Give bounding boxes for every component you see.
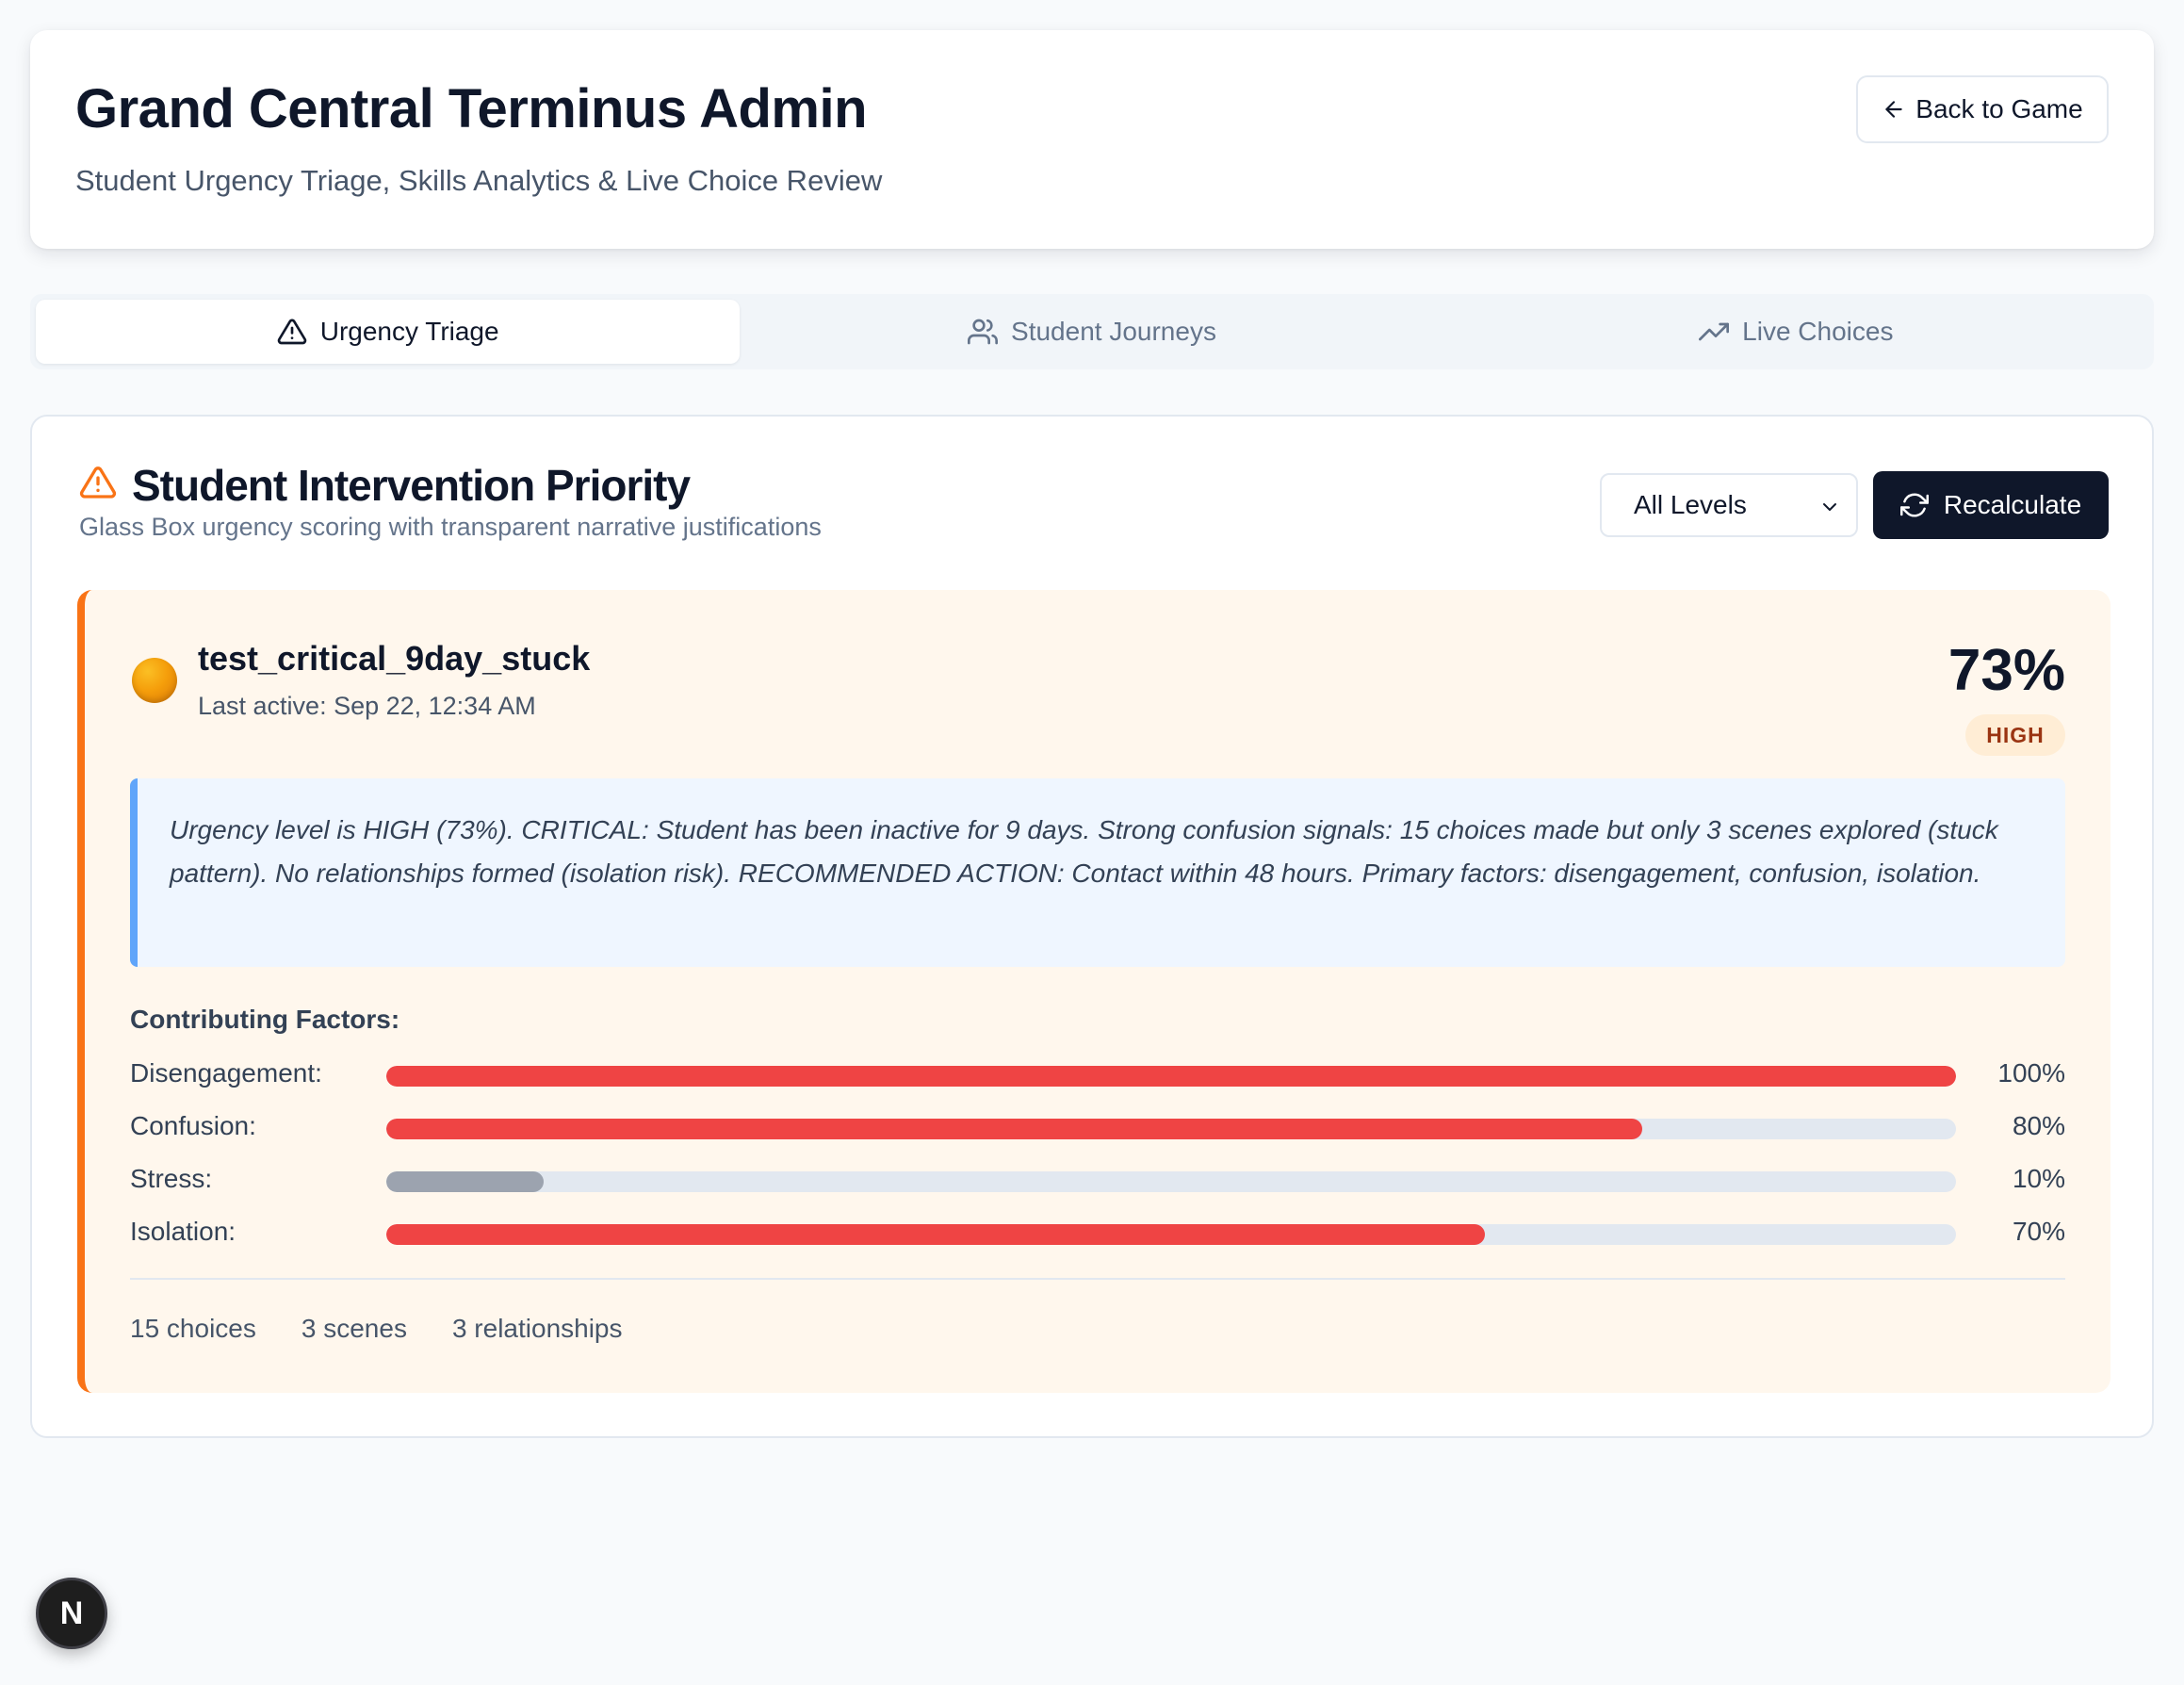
page-title: Grand Central Terminus Admin <box>75 78 868 139</box>
divider <box>130 1278 2065 1280</box>
factor-label: Confusion: <box>130 1111 256 1140</box>
factor-row-isolation: Isolation: 70% <box>130 1215 2065 1252</box>
header-card: Grand Central Terminus Admin Student Urg… <box>30 30 2154 249</box>
tab-urgency-triage[interactable]: Urgency Triage <box>36 300 741 364</box>
factor-row-stress: Stress: 10% <box>130 1162 2065 1200</box>
factor-bar-fill <box>386 1224 1486 1245</box>
tab-bar: Urgency Triage Student Journeys Live Cho… <box>30 294 2154 369</box>
last-active-text: Last active: Sep 22, 12:34 AM <box>198 692 536 720</box>
tab-live-choices[interactable]: Live Choices <box>1444 300 2148 364</box>
factor-bar-fill <box>386 1171 544 1192</box>
intervention-priority-card: Student Intervention Priority Glass Box … <box>30 415 2154 1438</box>
back-to-game-button[interactable]: Back to Game <box>1856 75 2109 143</box>
back-to-game-label: Back to Game <box>1915 94 2083 123</box>
tab-student-journeys[interactable]: Student Journeys <box>740 300 1443 364</box>
factor-row-confusion: Confusion: 80% <box>130 1109 2065 1147</box>
factor-bar-track <box>386 1119 1956 1139</box>
factor-label: Stress: <box>130 1164 213 1193</box>
urgency-level-badge: HIGH <box>1965 714 2065 756</box>
alert-triangle-icon <box>79 466 117 499</box>
student-name: test_critical_9day_stuck <box>198 639 591 678</box>
student-stats: 15 choices 3 scenes 3 relationships <box>130 1314 623 1344</box>
page-subtitle: Student Urgency Triage, Skills Analytics… <box>75 164 883 197</box>
factor-bar-track <box>386 1066 1956 1087</box>
dev-tools-badge[interactable]: N <box>36 1578 107 1649</box>
factor-row-disengagement: Disengagement: 100% <box>130 1056 2065 1094</box>
tab-label: Live Choices <box>1742 317 1894 346</box>
scenes-count: 3 scenes <box>301 1314 407 1343</box>
factor-value: 10% <box>2012 1164 2065 1193</box>
contributing-factors-heading: Contributing Factors: <box>130 1005 400 1034</box>
refresh-icon <box>1899 493 1929 517</box>
alert-triangle-icon <box>277 319 306 345</box>
factor-label: Isolation: <box>130 1217 236 1246</box>
level-filter-value: All Levels <box>1634 490 1747 519</box>
choices-count: 15 choices <box>130 1314 256 1343</box>
factor-value: 80% <box>2012 1111 2065 1140</box>
section-description: Glass Box urgency scoring with transpare… <box>79 513 822 541</box>
factor-bar-fill <box>386 1066 1956 1087</box>
urgency-narrative: Urgency level is HIGH (73%). CRITICAL: S… <box>130 778 2065 967</box>
factor-bar-fill <box>386 1119 1642 1139</box>
users-icon <box>968 319 999 345</box>
factor-label: Disengagement: <box>130 1058 322 1088</box>
factor-bar-track <box>386 1224 1956 1245</box>
factor-value: 100% <box>1997 1058 2065 1088</box>
factor-value: 70% <box>2012 1217 2065 1246</box>
student-urgency-card[interactable]: test_critical_9day_stuck Last active: Se… <box>77 590 2111 1393</box>
chevron-down-icon <box>1823 503 1836 511</box>
recalculate-button[interactable]: Recalculate <box>1873 471 2109 539</box>
status-indicator-icon <box>132 658 177 703</box>
trending-up-icon <box>1699 322 1730 341</box>
urgency-score: 73% <box>1948 638 2065 703</box>
relationships-count: 3 relationships <box>451 1314 623 1343</box>
tab-label: Urgency Triage <box>319 317 499 346</box>
section-title: Student Intervention Priority <box>132 461 691 510</box>
level-filter-select[interactable]: All Levels <box>1600 473 1858 537</box>
recalculate-label: Recalculate <box>1943 490 2082 519</box>
arrow-left-icon <box>1885 101 1902 118</box>
factor-bar-track <box>386 1171 1956 1192</box>
tab-label: Student Journeys <box>1011 317 1216 346</box>
